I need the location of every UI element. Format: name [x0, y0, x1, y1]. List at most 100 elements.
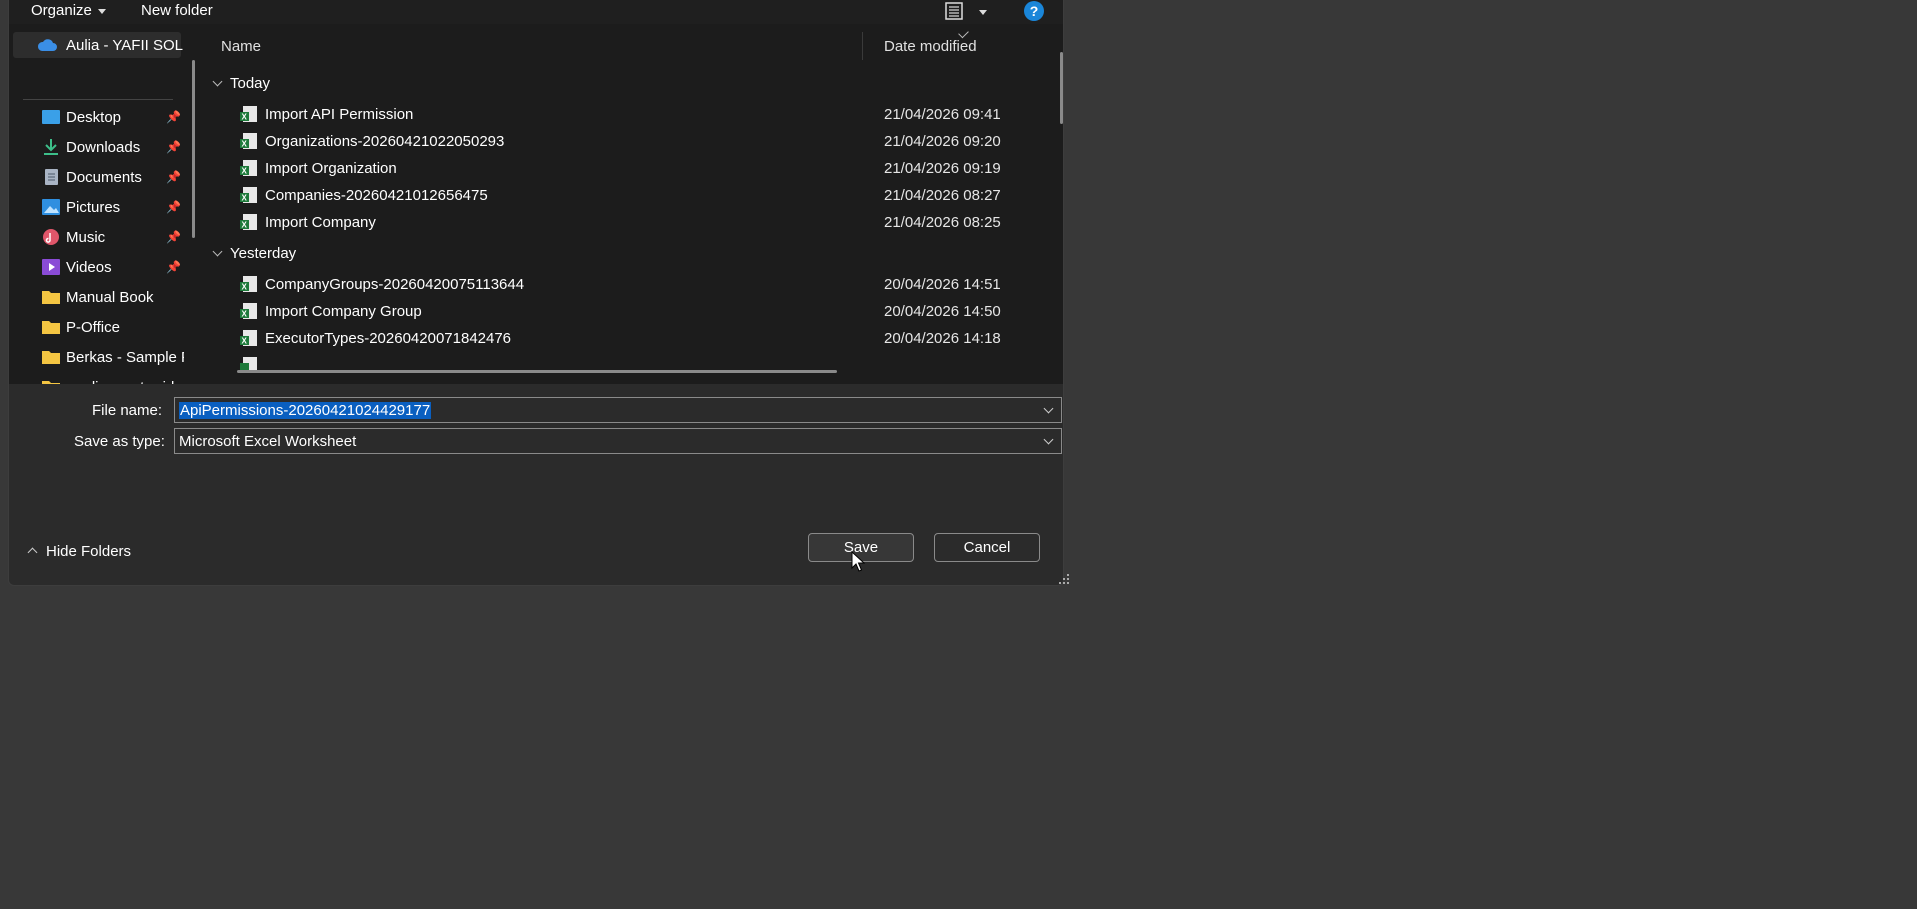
sort-chevron-icon [958, 27, 969, 39]
file-row[interactable]: X Companies-20260421012656475 21/04/2026… [204, 182, 1032, 209]
file-row[interactable]: X Import API Permission 21/04/2026 09:41 [204, 101, 1032, 128]
list-scroll-gutter [1032, 24, 1063, 384]
file-name-label: File name: [92, 402, 163, 419]
hide-folders-label: Hide Folders [46, 543, 132, 560]
pin-icon: 📌 [166, 200, 181, 214]
nav-item-videos[interactable]: Videos 📌 [9, 254, 184, 280]
column-header-date-modified[interactable]: Date modified [884, 38, 977, 55]
videos-icon [42, 259, 60, 275]
svg-text:X: X [242, 167, 248, 176]
file-date: 20/04/2026 14:50 [884, 303, 1001, 320]
toolbar: Organize New folder ? [9, 0, 1063, 24]
column-header-name[interactable]: Name [221, 38, 261, 55]
list-horizontal-scrollbar[interactable] [237, 370, 837, 373]
navigation-pane: Aulia - YAFII SOLU Desktop 📌 Downloads 📌 [9, 24, 184, 384]
file-name-input[interactable]: ApiPermissions-20260421024429177 [174, 397, 1062, 423]
file-name-value: ApiPermissions-20260421024429177 [179, 402, 432, 419]
nav-item-onedrive[interactable]: Aulia - YAFII SOLU [13, 32, 184, 58]
nav-item-documents[interactable]: Documents 📌 [9, 164, 184, 190]
nav-item-label: Berkas - Sample F [66, 349, 184, 366]
nav-item-manual-book[interactable]: Manual Book [9, 284, 184, 310]
svg-text:X: X [242, 140, 248, 149]
save-type-select[interactable]: Microsoft Excel Worksheet [174, 428, 1062, 454]
nav-scrollbar[interactable] [192, 60, 195, 238]
mouse-cursor-icon [851, 551, 865, 572]
nav-item-berkas[interactable]: Berkas - Sample F [9, 344, 184, 370]
chevron-down-icon[interactable] [1043, 403, 1054, 414]
file-date: 21/04/2026 08:25 [884, 214, 1001, 231]
save-as-dialog: Organize New folder ? Aulia - YAFII SOLU… [8, 0, 1069, 586]
file-row[interactable]: X CompanyGroups-20260420075113644 20/04/… [204, 271, 1032, 298]
downloads-icon [44, 139, 58, 155]
nav-item-label: Downloads [66, 139, 141, 156]
hide-folders-button[interactable]: Hide Folders [27, 543, 132, 560]
file-name: ExecutorTypes-20260420071842476 [265, 330, 512, 347]
pin-icon: 📌 [166, 110, 181, 124]
file-row[interactable]: X Import Company 21/04/2026 08:25 [204, 209, 1032, 236]
excel-file-icon: X [240, 106, 257, 122]
file-name: CompanyGroups-20260420075113644 [265, 276, 525, 293]
list-vertical-scrollbar[interactable] [1060, 52, 1063, 124]
resize-grip-icon[interactable] [1059, 574, 1069, 584]
excel-file-icon: X [240, 330, 257, 346]
pin-icon: 📌 [166, 170, 181, 184]
chevron-down-icon [212, 246, 223, 257]
excel-file-icon: X [240, 160, 257, 176]
file-name-selected-text: ApiPermissions-20260421024429177 [179, 402, 432, 419]
pin-icon: 📌 [166, 140, 181, 154]
organize-button[interactable]: Organize [31, 2, 106, 19]
onedrive-cloud-icon [37, 39, 57, 51]
cancel-button[interactable]: Cancel [934, 533, 1040, 562]
file-row[interactable]: X Import Organization 21/04/2026 09:19 [204, 155, 1032, 182]
documents-icon [45, 169, 58, 185]
file-date: 21/04/2026 09:19 [884, 160, 1001, 177]
file-row[interactable]: X Import Company Group 20/04/2026 14:50 [204, 298, 1032, 325]
nav-item-downloads[interactable]: Downloads 📌 [9, 134, 184, 160]
excel-file-icon: X [240, 133, 257, 149]
nav-item-pictures[interactable]: Pictures 📌 [9, 194, 184, 220]
chevron-up-icon [27, 547, 38, 558]
file-name: Import Organization [265, 160, 397, 177]
chevron-down-icon [97, 8, 106, 14]
view-dropdown-icon[interactable] [979, 10, 987, 15]
file-name: Import Company [265, 214, 376, 231]
onedrive-label: Aulia - YAFII SOLU [66, 37, 184, 54]
file-name: Organizations-20260421022050293 [265, 133, 505, 150]
file-name: Import API Permission [265, 106, 414, 123]
organize-label: Organize [31, 2, 92, 19]
desktop-icon [42, 110, 60, 124]
group-label: Yesterday [230, 245, 297, 262]
pictures-icon [42, 199, 60, 215]
column-divider[interactable] [862, 32, 863, 60]
nav-item-media-master[interactable]: media-master-ide [9, 374, 184, 384]
group-header-today[interactable]: Today [212, 75, 270, 92]
excel-file-icon: X [240, 214, 257, 230]
nav-item-label: media-master-ide [66, 379, 183, 384]
nav-item-label: Music [66, 229, 106, 246]
svg-text:X: X [242, 194, 248, 203]
nav-item-label: Documents [66, 169, 142, 186]
file-date: 21/04/2026 09:41 [884, 106, 1001, 123]
help-icon[interactable]: ? [1024, 1, 1044, 21]
file-list: Name Date modified Today X Import API Pe… [204, 24, 1032, 384]
svg-text:X: X [242, 113, 248, 122]
file-date: 21/04/2026 09:20 [884, 133, 1001, 150]
file-row[interactable]: X ExecutorTypes-20260420071842476 20/04/… [204, 325, 1032, 352]
chevron-down-icon[interactable] [1043, 434, 1054, 445]
file-row[interactable]: X Organizations-20260421022050293 21/04/… [204, 128, 1032, 155]
nav-item-music[interactable]: Music 📌 [9, 224, 184, 250]
nav-item-desktop[interactable]: Desktop 📌 [9, 104, 184, 130]
excel-file-icon: X [240, 187, 257, 203]
view-options-icon[interactable] [945, 2, 963, 20]
excel-file-icon: X [240, 276, 257, 292]
file-date: 20/04/2026 14:51 [884, 276, 1001, 293]
svg-text:X: X [242, 337, 248, 346]
folder-icon [42, 381, 60, 384]
nav-item-p-office[interactable]: P-Office [9, 314, 184, 340]
folder-icon [42, 321, 60, 334]
file-name: Companies-20260421012656475 [265, 187, 488, 204]
save-type-label: Save as type: [74, 433, 165, 450]
chevron-down-icon [212, 76, 223, 87]
group-header-yesterday[interactable]: Yesterday [212, 245, 297, 262]
new-folder-button[interactable]: New folder [141, 2, 213, 19]
